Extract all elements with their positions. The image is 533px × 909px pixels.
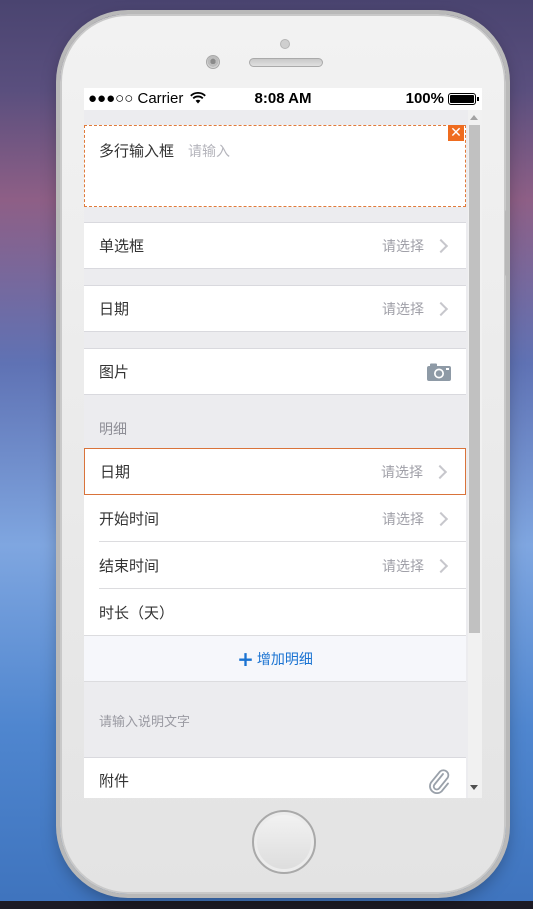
- multiline-input-label: 多行输入框: [99, 142, 175, 160]
- plus-icon: +: [237, 646, 254, 671]
- detail-duration-label: 时长（天）: [99, 604, 175, 622]
- chevron-right-icon: [433, 238, 449, 253]
- chevron-right-icon: [433, 511, 449, 526]
- scroll-down-arrow-icon[interactable]: [470, 785, 478, 790]
- volume-up-button[interactable]: [56, 208, 60, 268]
- mute-switch[interactable]: [56, 128, 60, 156]
- close-icon[interactable]: ✕: [448, 125, 464, 141]
- detail-start-time-label: 开始时间: [99, 510, 160, 528]
- chevron-right-icon: [433, 558, 449, 573]
- detail-duration-field[interactable]: 时长（天）: [84, 589, 466, 636]
- multiline-input-placeholder: 请输入: [188, 144, 230, 160]
- image-field-label: 图片: [99, 363, 130, 381]
- multiline-input[interactable]: 多行输入框 请输入: [84, 125, 466, 207]
- detail-end-time-value: 请选择: [382, 558, 424, 575]
- detail-start-time-field[interactable]: 开始时间 请选择: [84, 495, 466, 542]
- detail-end-time-label: 结束时间: [99, 557, 160, 575]
- camera-icon[interactable]: [426, 362, 452, 382]
- scrollbar-thumb[interactable]: [469, 125, 480, 633]
- status-bar: ●●●○○ Carrier 8:08 AM 100%: [84, 88, 482, 110]
- chevron-right-icon: [433, 301, 449, 316]
- description-input[interactable]: 请输入说明文字: [99, 711, 190, 730]
- radio-field-value: 请选择: [382, 238, 424, 255]
- radio-field-label: 单选框: [99, 237, 145, 255]
- home-button[interactable]: [252, 810, 316, 874]
- earpiece-speaker: [249, 58, 323, 67]
- status-battery: 100%: [405, 90, 479, 107]
- proximity-sensor: [280, 39, 290, 49]
- desktop-bottom-strip: [0, 901, 533, 909]
- date-field[interactable]: 日期 请选择: [84, 285, 466, 332]
- paperclip-icon[interactable]: [426, 768, 452, 794]
- battery-fill: [450, 94, 474, 103]
- date-field-label: 日期: [99, 300, 130, 318]
- detail-date-value: 请选择: [381, 464, 423, 481]
- phone-screen: ●●●○○ Carrier 8:08 AM 100% 多行输入框 请输入 单选框…: [84, 88, 482, 798]
- power-button[interactable]: [505, 210, 509, 276]
- chevron-right-icon: [432, 464, 448, 479]
- front-camera: [206, 55, 220, 69]
- detail-date-label: 日期: [100, 463, 131, 481]
- battery-icon: [448, 92, 479, 105]
- image-field[interactable]: 图片: [84, 348, 466, 395]
- attachment-label: 附件: [99, 772, 130, 790]
- attachment-field[interactable]: 附件: [84, 757, 466, 798]
- detail-date-field[interactable]: 日期 请选择: [84, 448, 466, 495]
- detail-end-time-field[interactable]: 结束时间 请选择: [84, 542, 466, 589]
- volume-down-button[interactable]: [56, 292, 60, 352]
- battery-percent: 100%: [405, 90, 444, 107]
- add-detail-label: 增加明细: [256, 651, 313, 668]
- add-detail-button[interactable]: + 增加明细: [84, 635, 466, 682]
- scroll-up-arrow-icon[interactable]: [470, 115, 478, 120]
- radio-field[interactable]: 单选框 请选择: [84, 222, 466, 269]
- date-field-value: 请选择: [382, 301, 424, 318]
- detail-start-time-value: 请选择: [382, 511, 424, 528]
- details-section-title: 明细: [99, 422, 127, 438]
